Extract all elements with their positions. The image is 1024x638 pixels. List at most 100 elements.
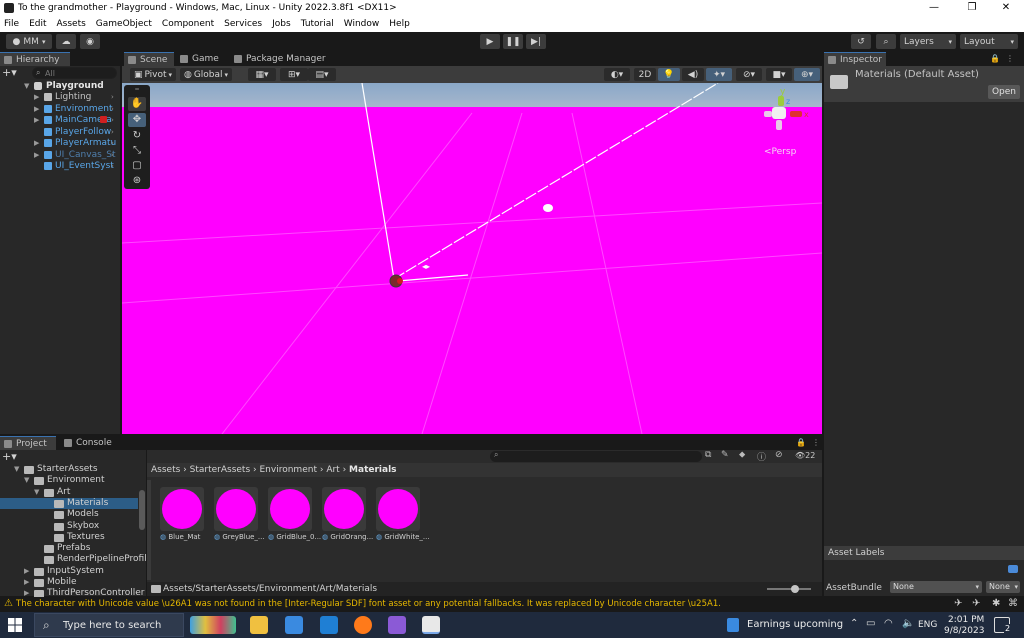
language-indicator[interactable]: ENG [918, 620, 937, 630]
project-tree-item[interactable]: ▼ Art [0, 487, 138, 498]
news-widget[interactable]: Earnings upcoming [727, 614, 843, 636]
status-progress-icon[interactable]: ✈ [954, 598, 962, 609]
expand-arrow-icon[interactable]: ▶ [34, 114, 39, 126]
open-button[interactable]: Open [988, 85, 1020, 99]
notifications-button[interactable]: 2 [994, 617, 1012, 633]
pause-button[interactable]: ❚❚ [503, 34, 523, 49]
expand-arrow-icon[interactable]: ▶ [34, 149, 39, 161]
store-icon[interactable] [285, 616, 303, 634]
project-tree-item[interactable]: ▼ Environment [0, 475, 138, 486]
camera-settings-button[interactable]: ■▾ [766, 68, 792, 81]
taskbar-search[interactable]: ⌕ Type here to search [34, 613, 184, 637]
hand-tool-button[interactable]: ✋ [128, 97, 146, 111]
breadcrumb-starterassets[interactable]: StarterAssets [190, 465, 251, 475]
expand-arrow-icon[interactable]: ▶ [24, 566, 29, 577]
tab-console[interactable]: Console [60, 436, 120, 450]
more-options-icon[interactable]: ⋮ [812, 438, 820, 447]
pivot-dropdown[interactable]: ▣ Pivot ▾ [130, 68, 176, 81]
hierarchy-search[interactable]: ⌕ All [32, 67, 117, 79]
project-tree-item[interactable]: Models [0, 509, 138, 520]
more-options-icon[interactable]: ⋮ [1006, 54, 1014, 63]
scale-tool-button[interactable]: ⤡ [128, 144, 146, 158]
project-tree-item[interactable]: Skybox [0, 521, 138, 532]
material-asset-tile[interactable] [214, 487, 258, 531]
menu-services[interactable]: Services [224, 19, 262, 29]
expand-arrow-icon[interactable]: ▼ [14, 464, 19, 475]
menu-assets[interactable]: Assets [57, 19, 86, 29]
move-tool-button[interactable]: ✥ [128, 113, 146, 127]
status-bar[interactable]: ⚠ The character with Unicode value \u26A… [0, 597, 1024, 612]
tab-scene[interactable]: Scene [124, 52, 174, 66]
account-dropdown[interactable]: ● MM ▾ [6, 34, 52, 49]
menu-help[interactable]: Help [389, 19, 410, 29]
chevron-right-icon[interactable]: › [111, 160, 114, 172]
material-asset-tile[interactable] [160, 487, 204, 531]
add-object-button[interactable]: +▾ [2, 67, 22, 79]
volume-icon[interactable]: 🔈 [902, 618, 914, 629]
tab-inspector[interactable]: Inspector [824, 52, 886, 66]
maximize-button[interactable]: ❐ [954, 0, 990, 16]
breadcrumb-assets[interactable]: Assets [151, 465, 180, 475]
expand-arrow-icon[interactable]: ▶ [34, 103, 39, 115]
wifi-icon[interactable]: ◠ [884, 618, 893, 629]
status-cache-icon[interactable]: ⌘ [1008, 598, 1018, 609]
search-button[interactable]: ⌕ [876, 34, 896, 49]
layout-dropdown[interactable]: Layout ▾ [960, 34, 1018, 49]
create-asset-button[interactable]: +▾ [2, 450, 17, 463]
tag-icon[interactable]: ⬥ [739, 450, 745, 460]
transform-tool-button[interactable]: ⊛ [128, 174, 146, 188]
chevron-right-icon[interactable]: › [111, 91, 114, 103]
menu-file[interactable]: File [4, 19, 19, 29]
audio-toggle[interactable]: ◀) [682, 68, 704, 81]
grid-visibility-button[interactable]: ▤▾ [308, 68, 336, 81]
chevron-right-icon[interactable]: › [111, 149, 114, 161]
breadcrumb-art[interactable]: Art [326, 465, 339, 475]
hierarchy-item[interactable]: ▶ UI_Canvas_St › [0, 149, 120, 161]
status-debug-icon[interactable]: ✈ [972, 598, 980, 609]
expand-arrow-icon[interactable]: ▶ [34, 137, 39, 149]
chevron-right-icon[interactable]: › [111, 114, 114, 126]
clock-date[interactable]: 9/8/2023 [944, 626, 984, 636]
material-asset-name[interactable]: ◍ Blue_Mat [160, 533, 214, 541]
asset-search[interactable]: ⌕ [490, 450, 702, 462]
material-asset-name[interactable]: ◍ GreyBlue_... [214, 533, 268, 541]
project-tree-item[interactable]: Textures [0, 532, 138, 543]
hierarchy-item[interactable]: ▶ MainCamera › [0, 114, 120, 126]
menu-gameobject[interactable]: GameObject [96, 19, 152, 29]
material-asset-tile[interactable] [376, 487, 420, 531]
expand-arrow-icon[interactable]: ▼ [34, 487, 39, 498]
tab-package-manager[interactable]: Package Manager [230, 52, 330, 66]
menu-jobs[interactable]: Jobs [272, 19, 291, 29]
menu-window[interactable]: Window [344, 19, 380, 29]
project-tree-item[interactable]: Materials [0, 497, 138, 509]
grid-snap-button[interactable]: ▦▾ [248, 68, 276, 81]
hierarchy-item[interactable]: PlayerFollow › [0, 126, 120, 138]
console-warning-message[interactable]: The character with Unicode value \u26A1 … [16, 599, 721, 609]
taskbar-search-input[interactable]: Type here to search [63, 620, 161, 631]
shading-mode-button[interactable]: ◐▾ [604, 68, 630, 81]
expand-arrow-icon[interactable]: ▶ [34, 91, 39, 103]
project-tree-item[interactable]: ▶ InputSystem [0, 566, 138, 577]
file-explorer-icon[interactable] [250, 616, 268, 634]
material-asset-name[interactable]: ◍ GridBlue_0... [268, 533, 322, 541]
status-bug-icon[interactable]: ✱ [992, 598, 1000, 609]
hierarchy-item[interactable]: ▶ Environment › [0, 103, 120, 115]
hierarchy-item[interactable]: ▶ Lighting › [0, 91, 120, 103]
eye-icon[interactable]: ⊘ [775, 450, 783, 460]
project-tree-item[interactable]: ▶ Mobile [0, 577, 138, 588]
drag-handle-icon[interactable]: ═ [128, 87, 146, 93]
tab-hierarchy[interactable]: Hierarchy [0, 52, 70, 66]
material-asset-name[interactable]: ◍ GridWhite_... [376, 533, 430, 541]
breadcrumb-materials[interactable]: Materials [349, 465, 396, 475]
rect-tool-button[interactable]: ▢ [128, 159, 146, 173]
expand-arrow-icon[interactable]: ▶ [24, 577, 29, 588]
material-asset-name[interactable]: ◍ GridOrang... [322, 533, 376, 541]
expand-arrow-icon[interactable]: ▼ [24, 475, 29, 486]
layers-dropdown[interactable]: Layers ▾ [900, 34, 956, 49]
project-tree-item[interactable]: RenderPipelineProfile [0, 554, 152, 565]
chevron-right-icon[interactable]: › [111, 137, 114, 149]
lock-icon[interactable]: 🔒 [990, 54, 1000, 63]
lock-icon[interactable]: 🔒 [796, 438, 806, 447]
toggle-2d-button[interactable]: 2D [634, 68, 656, 81]
collab-button[interactable]: ◉ [80, 34, 100, 49]
